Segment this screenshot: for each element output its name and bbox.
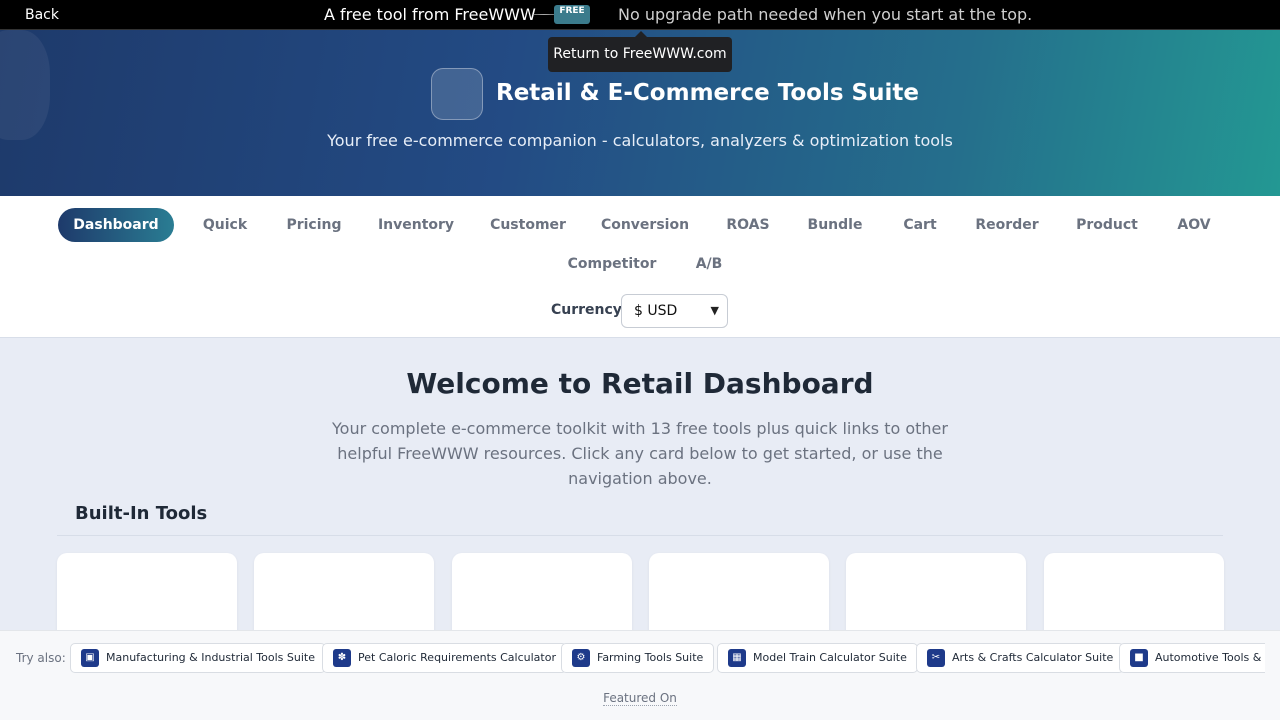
related-link-label: Automotive Tools & C [1155, 651, 1265, 664]
welcome-title: Welcome to Retail Dashboard [406, 367, 874, 400]
section-title: Built-In Tools [75, 503, 208, 524]
tab-customer[interactable]: Customer [484, 208, 572, 242]
chevron-down-icon: ▼ [710, 304, 719, 317]
app-logo-icon [431, 68, 483, 120]
tagline: No upgrade path needed when you start at… [618, 5, 1033, 24]
back-link[interactable]: Back [25, 7, 59, 23]
promo-text[interactable]: A free tool from FreeWWW [324, 5, 536, 24]
related-link-manufacturing[interactable]: ▣ Manufacturing & Industrial Tools Suite [70, 643, 326, 673]
tab-quick[interactable]: Quick [196, 208, 254, 242]
related-link-label: Pet Caloric Requirements Calculator [358, 651, 556, 664]
try-also-footer: Try also: ▣ Manufacturing & Industrial T… [0, 630, 1280, 720]
section-divider [57, 535, 1223, 536]
related-link-automotive[interactable]: ■ Automotive Tools & C [1119, 643, 1265, 673]
related-link-label: Model Train Calculator Suite [753, 651, 907, 664]
tab-roas[interactable]: ROAS [722, 208, 774, 242]
tab-ab[interactable]: A/B [688, 247, 730, 281]
tab-reorder[interactable]: Reorder [972, 208, 1042, 242]
return-tooltip: Return to FreeWWW.com [548, 31, 732, 72]
currency-label: Currency [551, 302, 622, 318]
top-bar: Back A free tool from FreeWWW FREE No up… [0, 0, 1280, 30]
train-icon: ▦ [728, 649, 746, 667]
featured-on-label[interactable]: Featured On [603, 691, 677, 706]
currency-value: $ USD [634, 303, 678, 319]
related-link-label: Manufacturing & Industrial Tools Suite [106, 651, 315, 664]
tab-competitor[interactable]: Competitor [562, 247, 662, 281]
tractor-icon: ⚙ [572, 649, 590, 667]
app-title: Retail & E-Commerce Tools Suite [496, 80, 919, 106]
tool-navigation: Dashboard Quick Pricing Inventory Custom… [0, 196, 1280, 338]
scissors-icon: ✂ [927, 649, 945, 667]
car-icon: ■ [1130, 649, 1148, 667]
tab-cart[interactable]: Cart [897, 208, 943, 242]
decorative-blob [0, 30, 50, 140]
tab-conversion[interactable]: Conversion [598, 208, 692, 242]
intro-text: Your complete e-commerce toolkit with 13… [332, 419, 948, 488]
related-link-label: Farming Tools Suite [597, 651, 704, 664]
featured-on[interactable]: Featured On [0, 691, 1280, 706]
currency-select[interactable]: $ USD ▼ [621, 294, 728, 328]
factory-icon: ▣ [81, 649, 99, 667]
tab-pricing[interactable]: Pricing [279, 208, 349, 242]
price-tag-icon[interactable]: FREE [532, 4, 592, 26]
related-link-pet[interactable]: ✽ Pet Caloric Requirements Calculator [322, 643, 567, 673]
tab-product[interactable]: Product [1070, 208, 1144, 242]
related-link-farming[interactable]: ⚙ Farming Tools Suite [561, 643, 715, 673]
tag-label: FREE [559, 6, 585, 16]
tab-dashboard[interactable]: Dashboard [58, 208, 174, 242]
related-link-arts-crafts[interactable]: ✂ Arts & Crafts Calculator Suite [916, 643, 1125, 673]
app-subtitle: Your free e-commerce companion - calcula… [327, 131, 953, 150]
paw-icon: ✽ [333, 649, 351, 667]
tab-aov[interactable]: AOV [1170, 208, 1218, 242]
tab-inventory[interactable]: Inventory [372, 208, 460, 242]
related-link-model-train[interactable]: ▦ Model Train Calculator Suite [717, 643, 918, 673]
try-also-label: Try also: [16, 651, 66, 665]
related-link-label: Arts & Crafts Calculator Suite [952, 651, 1114, 664]
tab-bundle[interactable]: Bundle [803, 208, 867, 242]
